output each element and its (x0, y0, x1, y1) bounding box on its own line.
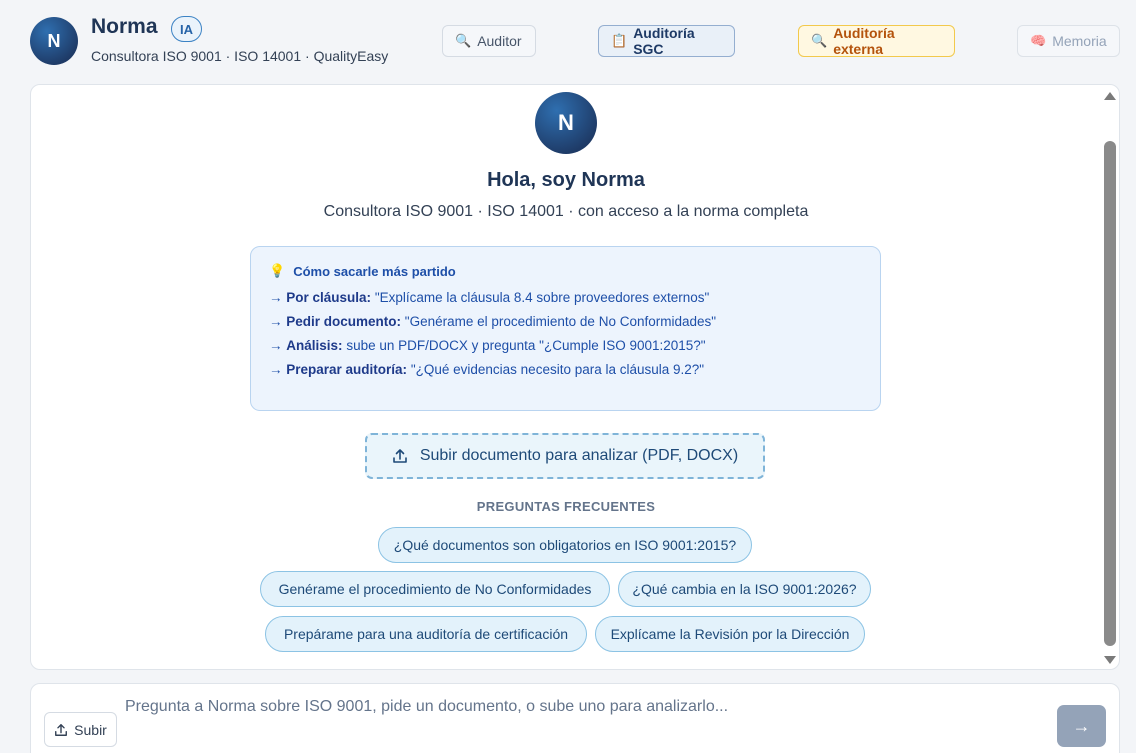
auditoria-externa-button-label: Auditoría externa (833, 25, 895, 57)
auditoria-externa-button[interactable]: 🔍 Auditoría externa (798, 25, 955, 57)
auditoria-sgc-button-label: Auditoría SGC (633, 25, 695, 57)
clipboard-icon: 📋 (611, 33, 628, 48)
chat-panel: N Hola, soy Norma Consultora ISO 9001 · … (30, 84, 1120, 670)
tips-title-text: Cómo sacarle más partido (293, 263, 456, 279)
memoria-button-label: Memoria (1052, 33, 1107, 49)
scrollbar[interactable] (1099, 85, 1119, 669)
magnifier-icon: 🔍 (811, 33, 828, 48)
scrollbar-thumb[interactable] (1104, 141, 1116, 646)
faq-chip[interactable]: ¿Qué cambia en la ISO 9001:2026? (618, 571, 871, 607)
auditor-button[interactable]: 🔍 Auditor (442, 25, 536, 57)
ia-badge: IA (171, 16, 202, 42)
upload-button-label: Subir (74, 721, 107, 738)
faq-title: PREGUNTAS FRECUENTES (476, 499, 656, 514)
send-button[interactable]: → (1057, 705, 1106, 747)
tip-label: Pedir documento: (286, 314, 402, 329)
tip-item: → Pedir documento: "Genérame el procedim… (269, 314, 717, 329)
upload-document-label: Subir documento para analizar (PDF, DOCX… (419, 447, 739, 464)
memoria-button[interactable]: 🧠 Memoria (1017, 25, 1120, 57)
tip-text: "¿Qué evidencias necesito para la cláusu… (410, 362, 705, 377)
welcome-title: Hola, soy Norma (487, 169, 645, 191)
upload-document-button[interactable]: Subir documento para analizar (PDF, DOCX… (365, 433, 765, 479)
upload-icon (55, 723, 68, 736)
welcome-subtitle: Consultora ISO 9001 · ISO 14001 · con ac… (323, 203, 809, 220)
tips-title: 💡 Cómo sacarle más partido (269, 263, 862, 279)
faq-chip[interactable]: Prepárame para una auditoría de certific… (265, 616, 587, 652)
tip-text: "Explícame la cláusula 8.4 sobre proveed… (374, 290, 710, 305)
tip-label: Preparar auditoría: (286, 362, 408, 377)
faq-chip[interactable]: Genérame el procedimiento de No Conformi… (260, 571, 610, 607)
tips-box: 💡 Cómo sacarle más partido → Por cláusul… (250, 246, 881, 411)
input-bar: Subir → (30, 683, 1120, 753)
welcome-avatar: N (535, 92, 597, 154)
faq-chip[interactable]: ¿Qué documentos son obligatorios en ISO … (378, 527, 752, 563)
assistant-subtitle: Consultora ISO 9001 · ISO 14001 · Qualit… (91, 48, 389, 64)
assistant-name: Norma (91, 15, 158, 38)
avatar: N (30, 17, 78, 65)
lightbulb-icon: 💡 (269, 263, 286, 278)
upload-button[interactable]: Subir (44, 712, 117, 747)
tip-text: sube un PDF/DOCX y pregunta "¿Cumple ISO… (346, 338, 706, 353)
tip-item: → Por cláusula: "Explícame la cláusula 8… (269, 290, 710, 305)
scroll-up-arrow-icon[interactable] (1104, 92, 1116, 100)
brain-icon: 🧠 (1030, 33, 1047, 48)
tip-item: → Preparar auditoría: "¿Qué evidencias n… (269, 362, 705, 377)
magnifier-icon: 🔍 (455, 33, 472, 48)
arrow-right-icon: → (1072, 715, 1091, 736)
header: N Norma IA Consultora ISO 9001 · ISO 140… (0, 0, 1136, 84)
auditoria-sgc-button[interactable]: 📋 Auditoría SGC (598, 25, 735, 57)
message-input[interactable] (125, 698, 1045, 716)
tip-item: → Análisis: sube un PDF/DOCX y pregunta … (269, 338, 706, 353)
auditor-button-label: Auditor (477, 33, 522, 49)
tip-label: Análisis: (286, 338, 343, 353)
upload-icon (393, 449, 407, 463)
scroll-down-arrow-icon[interactable] (1104, 656, 1116, 664)
tip-text: "Genérame el procedimiento de No Conform… (404, 314, 717, 329)
tip-label: Por cláusula: (286, 290, 372, 305)
faq-chip[interactable]: Explícame la Revisión por la Dirección (595, 616, 865, 652)
